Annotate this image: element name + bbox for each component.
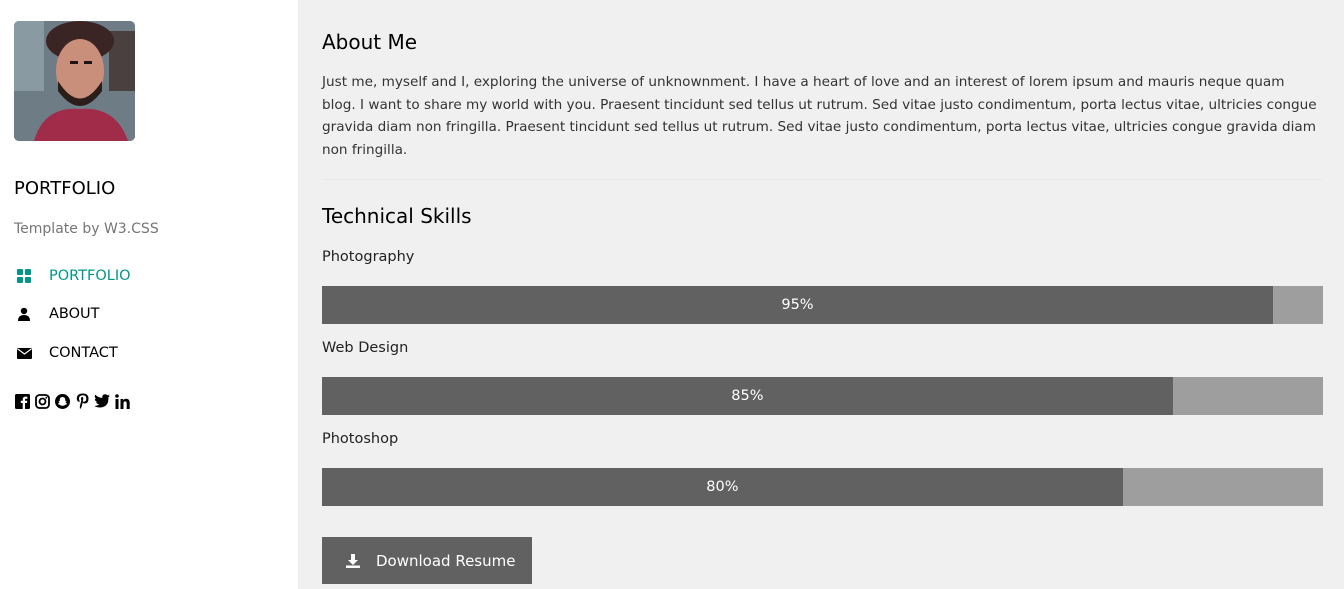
nav-item-about[interactable]: ABOUT [14, 303, 100, 325]
skill-label-photography: Photography [322, 249, 415, 265]
download-resume-label: Download Resume [376, 551, 516, 570]
sidebar: PORTFOLIO Template by W3.CSS PORTFOLIO A… [0, 0, 298, 589]
download-icon [346, 553, 360, 568]
skill-label-web-design: Web Design [322, 340, 409, 356]
about-title: About Me [322, 30, 418, 54]
avatar [14, 21, 135, 141]
nav-item-contact[interactable]: CONTACT [14, 342, 118, 364]
skill-bar-fill: 80% [322, 468, 1123, 506]
nav-label: PORTFOLIO [49, 268, 131, 284]
tagline: Template by W3.CSS [14, 221, 159, 237]
instagram-icon[interactable] [34, 392, 50, 410]
section-divider [322, 179, 1322, 180]
nav-label: CONTACT [49, 345, 118, 361]
social-links [14, 392, 130, 410]
snapchat-icon[interactable] [54, 392, 70, 410]
user-icon [14, 306, 34, 322]
download-resume-button[interactable]: Download Resume [322, 537, 532, 584]
skill-bar-photoshop: 80% [322, 468, 1323, 506]
linkedin-icon[interactable] [114, 392, 130, 410]
skill-bar-web-design: 85% [322, 377, 1323, 415]
main-content: About Me Just me, myself and I, explorin… [298, 0, 1344, 589]
twitter-icon[interactable] [94, 392, 110, 410]
grid-icon [14, 268, 34, 284]
about-text: Just me, myself and I, exploring the uni… [322, 74, 1317, 158]
skill-bar-fill: 85% [322, 377, 1173, 415]
pinterest-icon[interactable] [74, 392, 90, 410]
envelope-icon [14, 345, 34, 361]
skill-bar-fill: 95% [322, 286, 1273, 324]
brand-title: PORTFOLIO [14, 178, 116, 199]
skills-title: Technical Skills [322, 204, 472, 228]
skill-label-photoshop: Photoshop [322, 431, 399, 447]
skill-bar-photography: 95% [322, 286, 1323, 324]
nav-label: ABOUT [49, 306, 100, 322]
nav-item-portfolio[interactable]: PORTFOLIO [14, 265, 131, 287]
facebook-icon[interactable] [14, 392, 30, 410]
